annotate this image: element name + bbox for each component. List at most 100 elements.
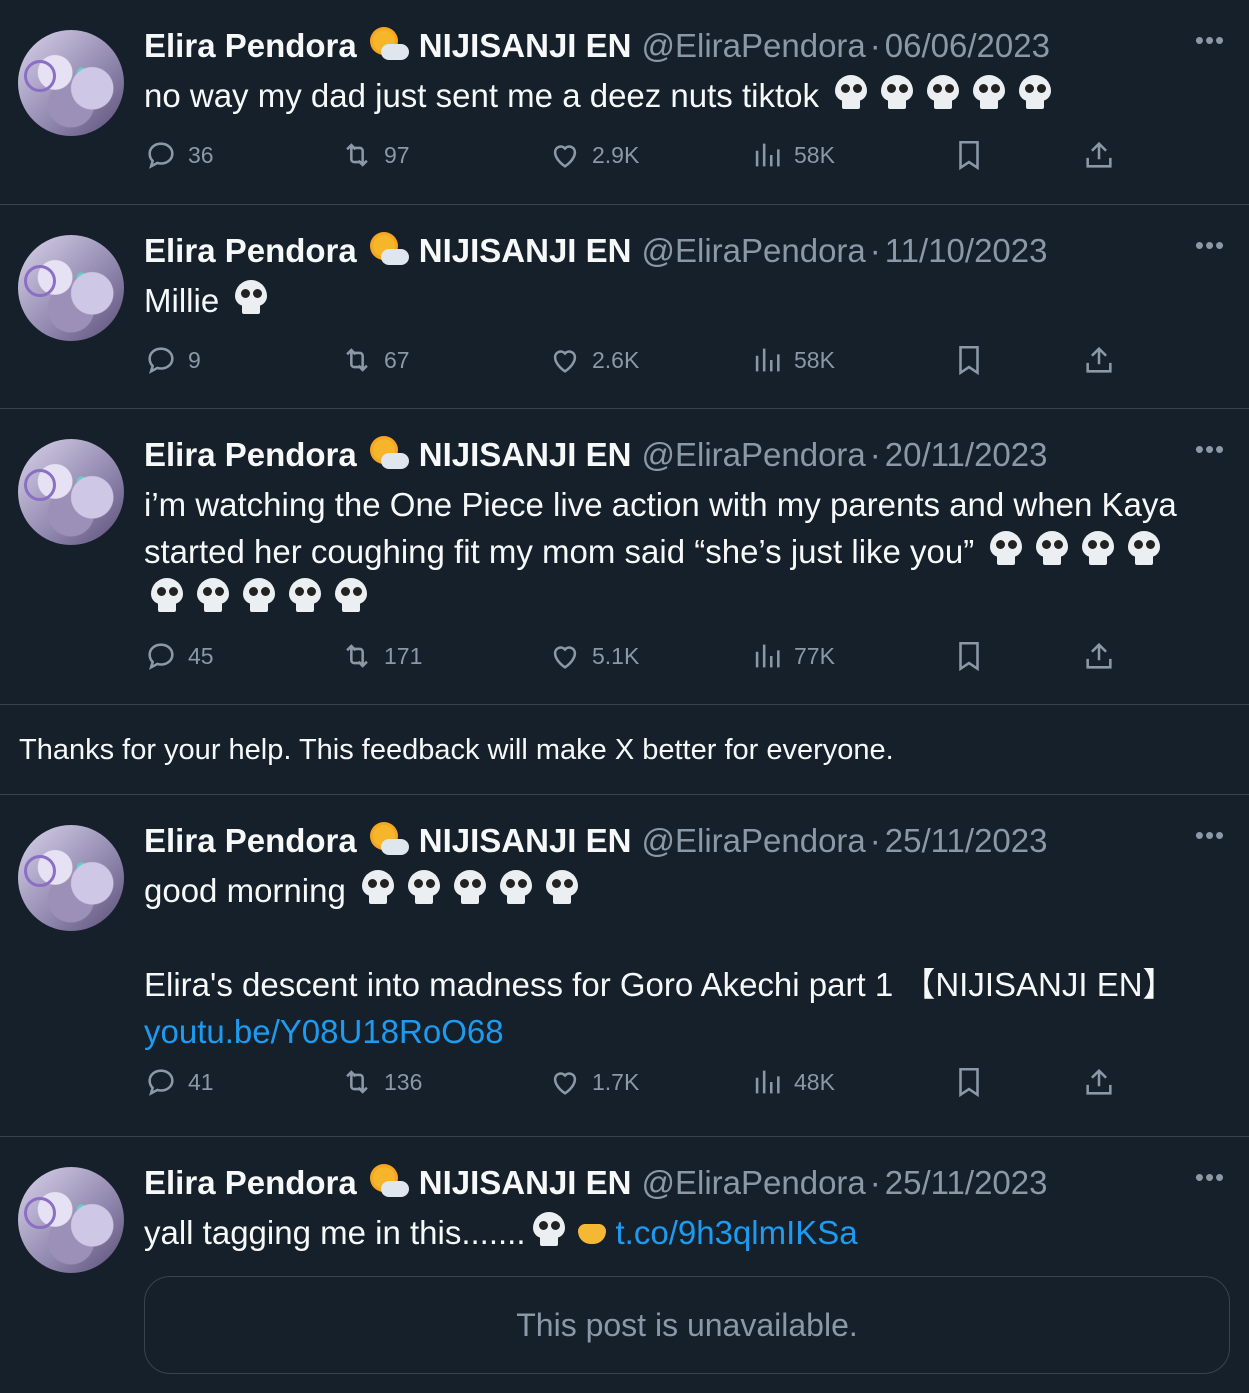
repost-button[interactable]: 171 — [340, 636, 422, 676]
separator: · — [869, 232, 881, 269]
reply-count: 41 — [188, 1068, 214, 1095]
handle[interactable]: @EliraPendora — [641, 1161, 865, 1205]
views-count: 58K — [794, 141, 835, 168]
separator: · — [869, 27, 881, 64]
reply-button[interactable]: 36 — [144, 135, 214, 175]
tweet-text-line: started her coughing fit my mom said “sh… — [144, 533, 984, 570]
timestamp[interactable]: 25/11/2023 — [885, 819, 1048, 863]
bookmark-button[interactable] — [952, 1062, 986, 1102]
avatar[interactable] — [18, 825, 124, 931]
timestamp[interactable]: 25/11/2023 — [885, 1161, 1048, 1205]
reply-button[interactable]: 45 — [144, 636, 214, 676]
org-label: NIJISANJI EN — [418, 232, 632, 269]
display-name[interactable]: Elira Pendora — [144, 1161, 357, 1205]
like-button[interactable]: 2.9K — [548, 135, 639, 175]
views-button[interactable]: 58K — [750, 135, 835, 175]
skull-icon — [333, 578, 369, 616]
skull-icon — [287, 578, 323, 616]
repost-button[interactable]: 136 — [340, 1062, 422, 1102]
avatar[interactable] — [18, 235, 124, 341]
display-name[interactable]: Elira Pendora — [144, 24, 357, 68]
avatar[interactable] — [18, 1167, 124, 1273]
skull-icon — [1080, 531, 1116, 569]
like-button[interactable]: 5.1K — [548, 636, 639, 676]
share-icon — [1086, 141, 1112, 168]
like-count: 1.7K — [592, 1068, 640, 1095]
repost-count: 67 — [384, 346, 410, 373]
timestamp[interactable]: 20/11/2023 — [885, 433, 1048, 477]
more-icon[interactable]: ••• — [1193, 27, 1227, 60]
share-button[interactable] — [1082, 135, 1116, 175]
reply-icon — [148, 1069, 174, 1096]
views-button[interactable]: 58K — [750, 340, 835, 380]
tweet-text: no way my dad just sent me a deez nuts t… — [144, 72, 1219, 119]
quoted-post-unavailable[interactable]: This post is unavailable. — [144, 1276, 1230, 1374]
skull-icon — [1034, 531, 1070, 569]
tweet-3[interactable]: Elira Pendora NIJISANJI EN @EliraPendora… — [0, 409, 1249, 705]
share-button[interactable] — [1082, 636, 1116, 676]
tweet-header: Elira Pendora NIJISANJI EN @EliraPendora… — [144, 229, 1189, 273]
skull-icon — [988, 531, 1024, 569]
repost-icon — [346, 348, 368, 372]
action-bar: 45 171 5.1K 77K — [144, 636, 1249, 676]
more-icon[interactable]: ••• — [1193, 436, 1227, 469]
tweet-4[interactable]: Elira Pendora NIJISANJI EN @EliraPendora… — [0, 795, 1249, 1137]
avatar[interactable] — [18, 439, 124, 545]
handle[interactable]: @EliraPendora — [641, 24, 865, 68]
action-bar: 41 136 1.7K 48K — [144, 1062, 1249, 1102]
views-button[interactable]: 48K — [750, 1062, 835, 1102]
handle[interactable]: @EliraPendora — [641, 433, 865, 477]
repost-button[interactable]: 97 — [340, 135, 410, 175]
action-bar: 9 67 2.6K 58K — [144, 340, 1249, 380]
repost-count: 171 — [384, 642, 423, 669]
views-icon — [755, 644, 780, 668]
reply-icon — [148, 347, 174, 374]
share-button[interactable] — [1082, 1062, 1116, 1102]
like-button[interactable]: 1.7K — [548, 1062, 639, 1102]
reply-count: 9 — [188, 346, 201, 373]
tco-link[interactable]: t.co/9h3qlmIKSa — [616, 1214, 858, 1251]
avatar[interactable] — [18, 30, 124, 136]
repost-button[interactable]: 67 — [340, 340, 410, 380]
tweet-text-line: no way my dad just sent me a deez nuts t… — [144, 77, 829, 114]
more-icon[interactable]: ••• — [1193, 822, 1227, 855]
youtube-link[interactable]: youtu.be/Y08U18RoO68 — [144, 1008, 1219, 1055]
reply-button[interactable]: 41 — [144, 1062, 214, 1102]
display-name[interactable]: Elira Pendora — [144, 433, 357, 477]
tweet-text: good morning Elira's descent into madnes… — [144, 867, 1219, 1055]
repost-icon — [346, 1070, 368, 1094]
share-icon — [1086, 346, 1112, 373]
org-label: NIJISANJI EN — [418, 1164, 632, 1201]
timestamp[interactable]: 11/10/2023 — [885, 229, 1048, 273]
display-name[interactable]: Elira Pendora — [144, 229, 357, 273]
tweet-2[interactable]: Elira Pendora NIJISANJI EN @EliraPendora… — [0, 205, 1249, 409]
more-icon[interactable]: ••• — [1193, 232, 1227, 265]
tweet-text-line: Elira's descent into madness for Goro Ak… — [144, 966, 1176, 1003]
handle[interactable]: @EliraPendora — [641, 819, 865, 863]
bookmark-button[interactable] — [952, 340, 986, 380]
bookmark-button[interactable] — [952, 135, 986, 175]
tweet-header: Elira Pendora NIJISANJI EN @EliraPendora… — [144, 1161, 1189, 1205]
reply-icon — [148, 142, 174, 169]
display-name[interactable]: Elira Pendora — [144, 819, 357, 863]
views-count: 77K — [794, 642, 835, 669]
handle[interactable]: @EliraPendora — [641, 229, 865, 273]
skull-icon — [833, 75, 869, 113]
skull-icon — [879, 75, 915, 113]
like-button[interactable]: 2.6K — [548, 340, 639, 380]
repost-count: 97 — [384, 141, 410, 168]
feedback-notice: Thanks for your help. This feedback will… — [0, 705, 1249, 795]
share-button[interactable] — [1082, 340, 1116, 380]
tweet-1[interactable]: Elira Pendora NIJISANJI EN @EliraPendora… — [0, 0, 1249, 205]
separator: · — [869, 436, 881, 473]
timestamp[interactable]: 06/06/2023 — [885, 24, 1050, 68]
bookmark-button[interactable] — [952, 636, 986, 676]
reply-count: 45 — [188, 642, 214, 669]
tweet-text: yall tagging me in this....... t.co/9h3ql… — [144, 1209, 1219, 1256]
reply-button[interactable]: 9 — [144, 340, 201, 380]
skull-icon — [1126, 531, 1162, 569]
views-button[interactable]: 77K — [750, 636, 835, 676]
bookmark-icon — [959, 1067, 979, 1098]
skull-icon — [498, 870, 534, 908]
more-icon[interactable]: ••• — [1193, 1164, 1227, 1197]
